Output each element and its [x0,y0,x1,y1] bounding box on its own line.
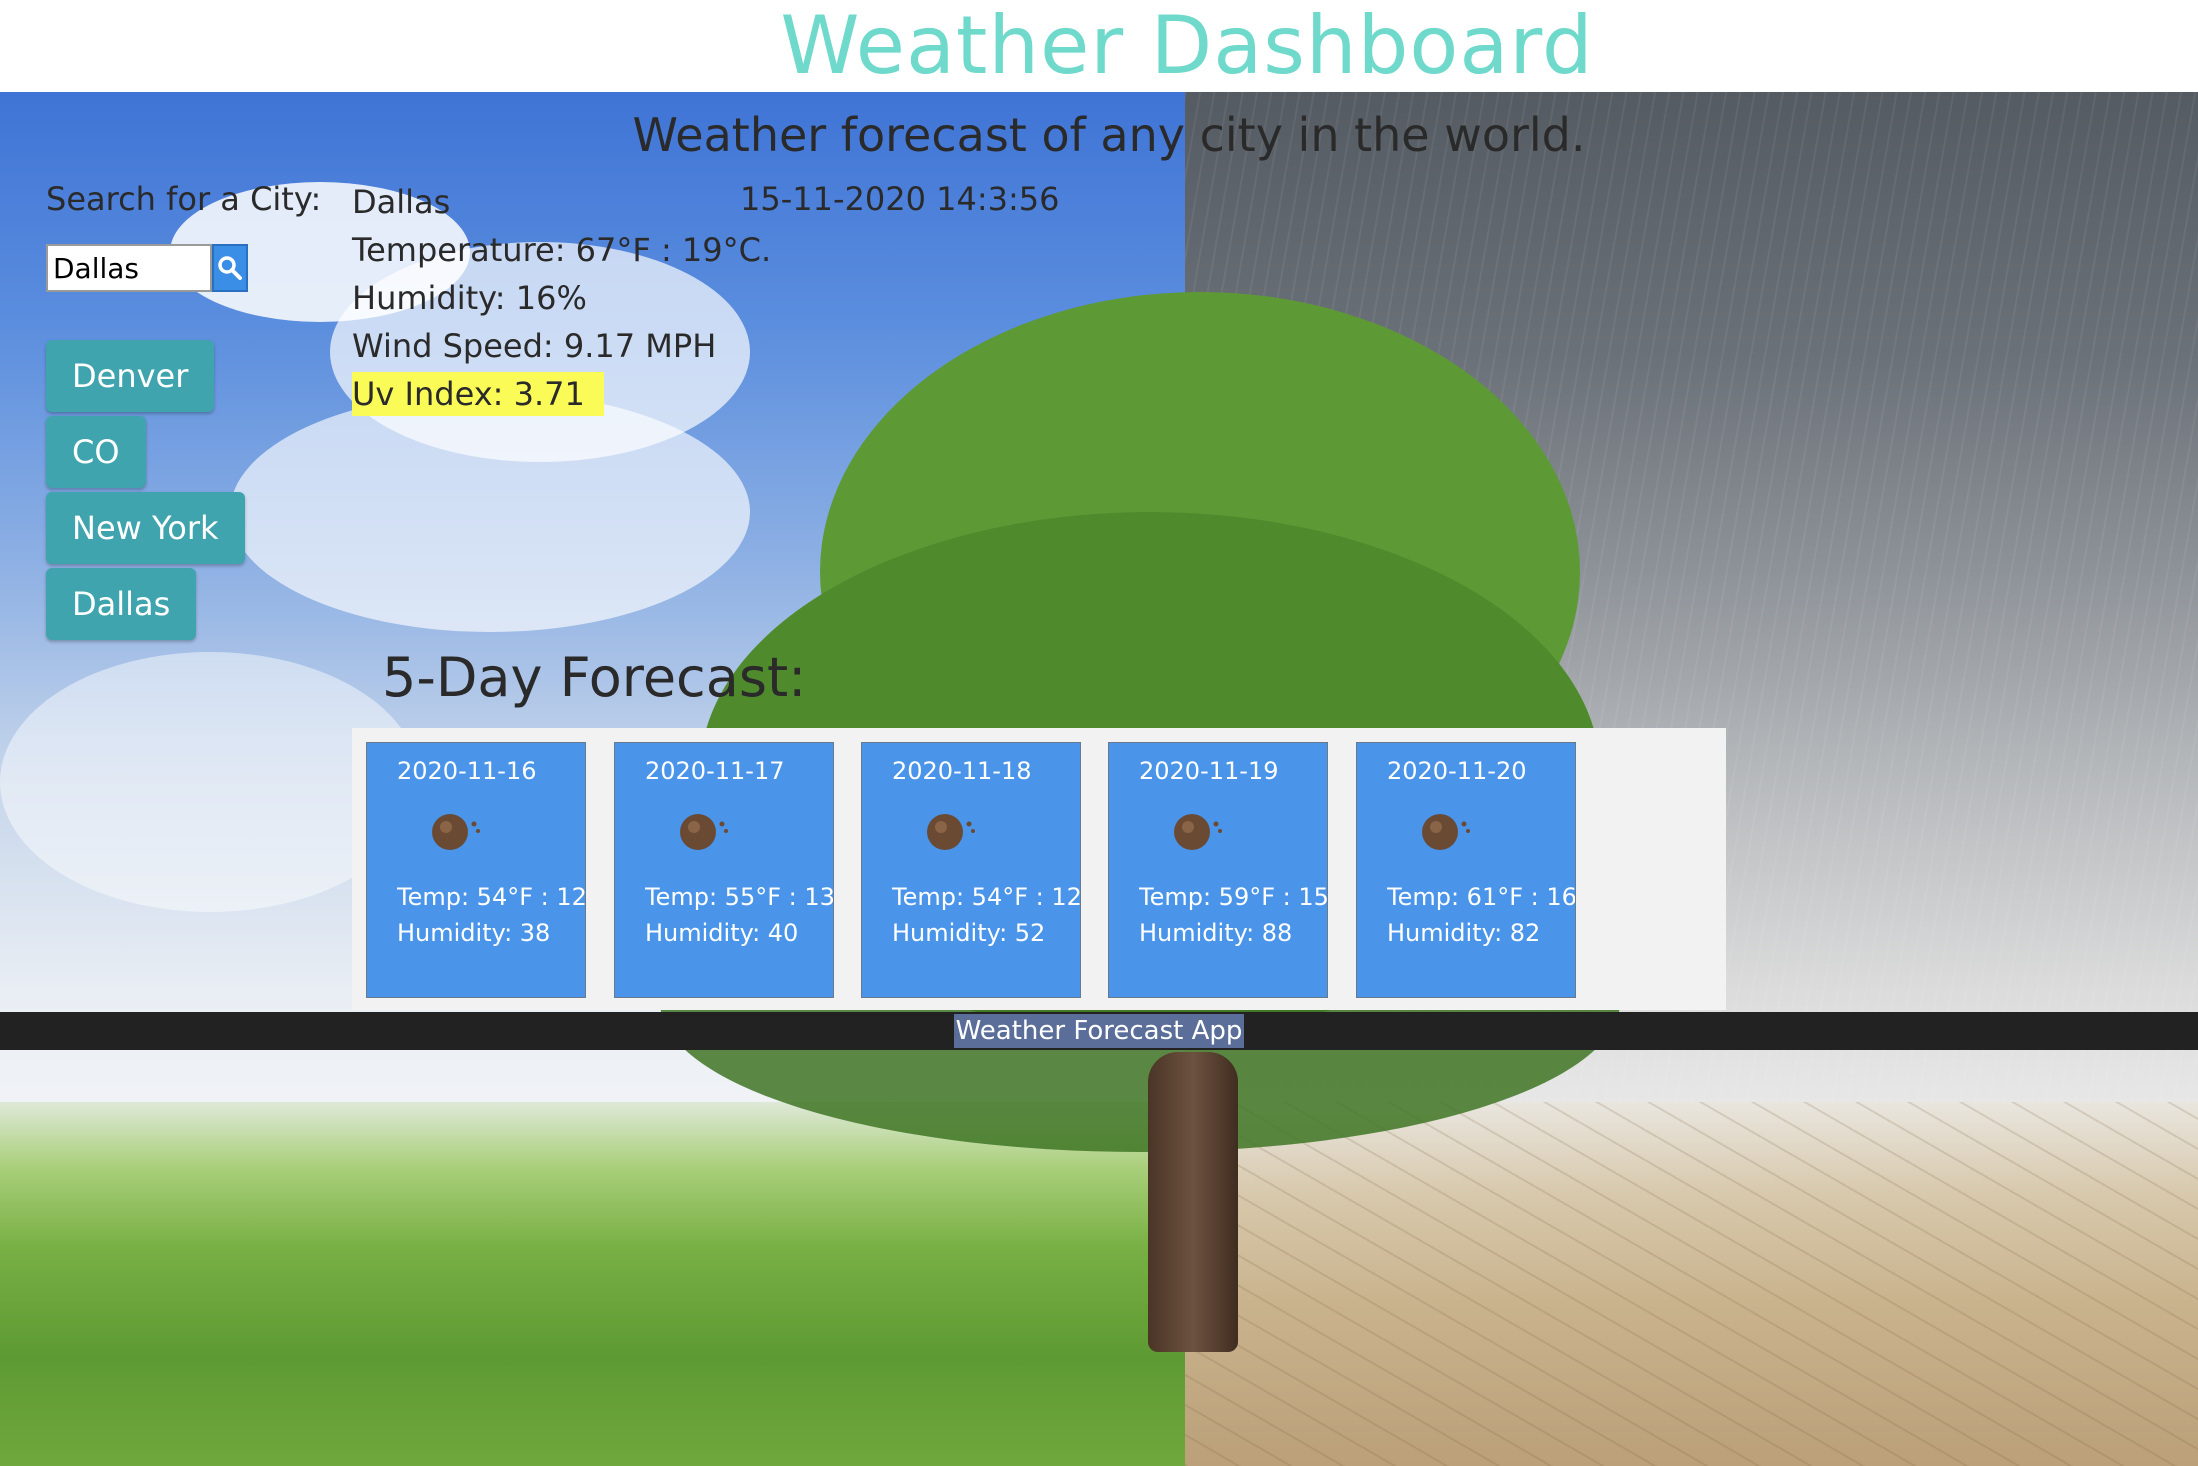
forecast-humidity: Humidity: 40 [645,919,799,947]
footer-text: Weather Forecast App [953,1014,1245,1048]
current-humidity: Humidity: 16% [352,279,587,317]
weather-dashboard-app: Weather Dashboard Weather forecast of an… [0,0,2198,1466]
weather-icon [1422,814,1470,850]
search-label: Search for a City: [46,180,322,218]
forecast-temp: Temp: 54°F : 12° [892,883,1080,911]
forecast-heading: 5-Day Forecast: [382,646,807,709]
forecast-card: 2020-11-17 Temp: 55°F : 13° Humidity: 40 [614,742,834,998]
search-input[interactable] [46,244,212,292]
forecast-panel: 2020-11-16 Temp: 54°F : 12° Humidity: 38… [352,728,1726,1010]
weather-icon [680,814,728,850]
forecast-card: 2020-11-18 Temp: 54°F : 12° Humidity: 52 [861,742,1081,998]
search-row [46,244,346,292]
weather-icon [1174,814,1222,850]
forecast-humidity: Humidity: 52 [892,919,1046,947]
forecast-date: 2020-11-20 [1387,757,1527,785]
forecast-card: 2020-11-16 Temp: 54°F : 12° Humidity: 38 [366,742,586,998]
history-button-denver[interactable]: Denver [46,340,215,412]
current-datetime: 15-11-2020 14:3:56 [740,180,1060,218]
forecast-temp: Temp: 55°F : 13° [645,883,833,911]
search-icon [218,256,242,280]
forecast-card: 2020-11-19 Temp: 59°F : 15° Humidity: 88 [1108,742,1328,998]
uv-index-badge: Uv Index: 3.71 [352,372,604,416]
footer-bar: Weather Forecast App [0,1012,2198,1050]
forecast-date: 2020-11-19 [1139,757,1279,785]
forecast-temp: Temp: 59°F : 15° [1139,883,1327,911]
forecast-temp: Temp: 54°F : 12° [397,883,585,911]
header-bar: Weather Dashboard [0,0,2198,92]
forecast-humidity: Humidity: 82 [1387,919,1541,947]
page-subtitle: Weather forecast of any city in the worl… [632,108,1586,162]
weather-icon [432,814,480,850]
forecast-temp: Temp: 61°F : 16° [1387,883,1575,911]
forecast-card: 2020-11-20 Temp: 61°F : 16° Humidity: 82 [1356,742,1576,998]
page-title: Weather Dashboard [780,0,1594,92]
forecast-humidity: Humidity: 38 [397,919,551,947]
weather-icon [927,814,975,850]
forecast-date: 2020-11-16 [397,757,537,785]
forecast-date: 2020-11-17 [645,757,785,785]
search-sidebar: Search for a City: Denver CO New York Da… [46,180,346,644]
history-button-new-york[interactable]: New York [46,492,245,564]
forecast-humidity: Humidity: 88 [1139,919,1293,947]
search-history-list: Denver CO New York Dallas [46,340,346,640]
history-button-co[interactable]: CO [46,416,146,488]
history-button-dallas[interactable]: Dallas [46,568,197,640]
forecast-date: 2020-11-18 [892,757,1032,785]
current-wind-speed: Wind Speed: 9.17 MPH [352,327,717,365]
current-temperature: Temperature: 67°F : 19°C. [352,231,772,269]
search-button[interactable] [212,244,248,292]
